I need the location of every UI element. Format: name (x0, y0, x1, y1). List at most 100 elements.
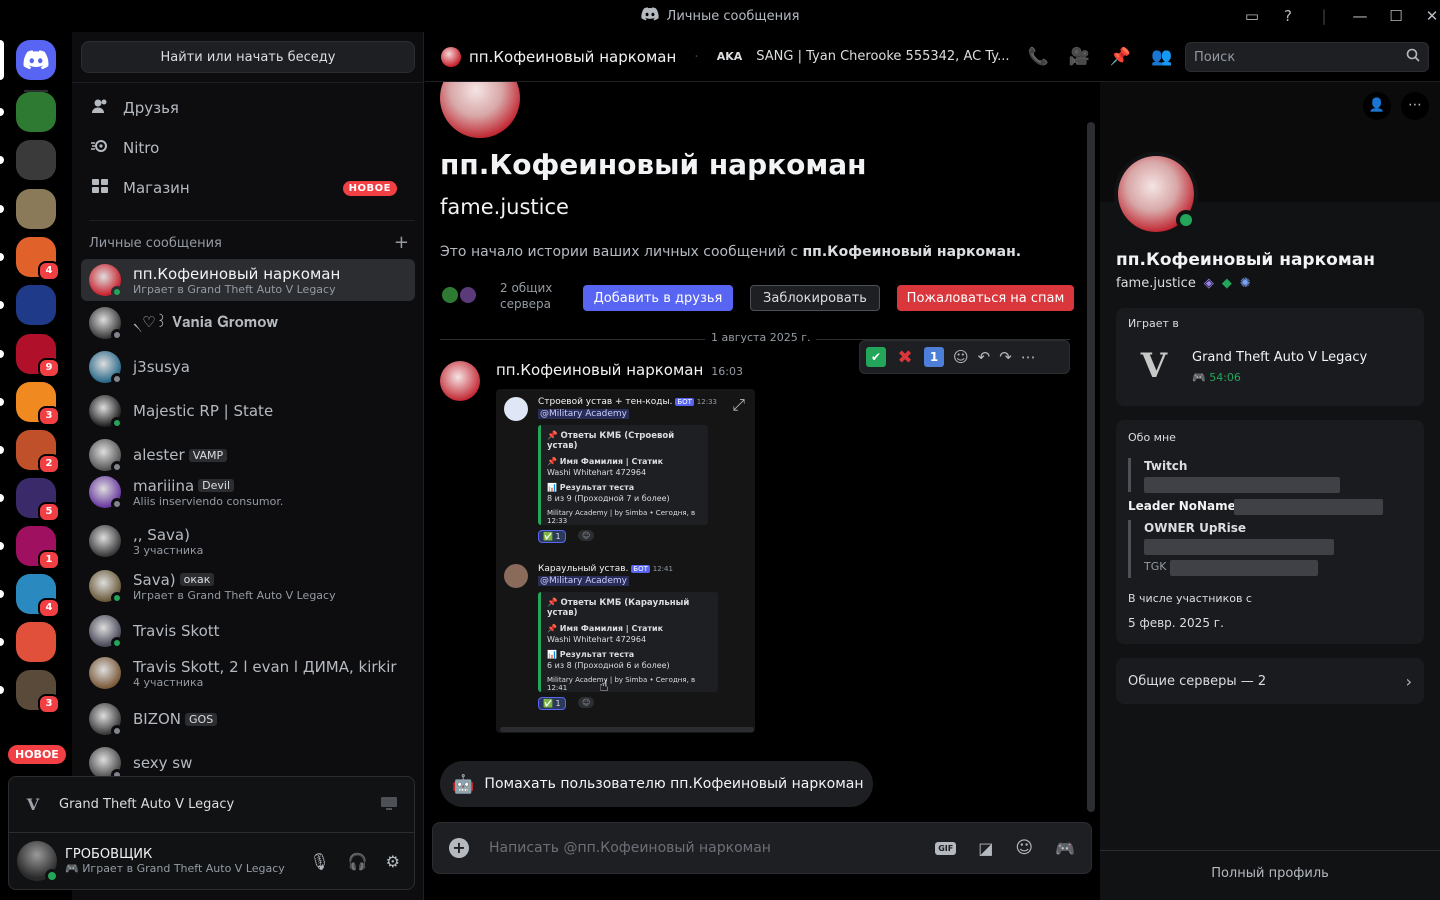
server-icon[interactable] (16, 92, 56, 132)
dm-intro-text: Это начало истории ваших личных сообщени… (440, 244, 1021, 260)
dm-text: mariiina Devil Aliis inserviendo consumor. (133, 477, 283, 508)
sticker-icon[interactable]: ◪ (978, 839, 993, 858)
block-button[interactable]: Заблокировать (750, 285, 880, 311)
status-online (1176, 210, 1196, 230)
screen-share-icon[interactable] (380, 796, 398, 814)
bot-avatar (504, 564, 528, 588)
dm-item[interactable]: Sava) окак Играет в Grand Theft Auto V Leg… (81, 565, 415, 607)
message-composer[interactable]: + Написать @пп.Кофеиновый наркоман GIF ◪… (432, 822, 1092, 874)
add-reaction-icon[interactable]: ☺ (578, 697, 595, 708)
image-attachment[interactable]: ⤢ Строевой устав + тен-коды. БОТ 12:33 @… (496, 389, 755, 733)
find-conversation-button[interactable]: Найти или начать беседу (81, 41, 415, 73)
check-reaction-icon[interactable]: ✔ (866, 347, 886, 367)
activities-gamepad-icon[interactable]: 🎮 (1055, 839, 1075, 858)
profile-username: fame.justice (440, 195, 569, 219)
report-spam-button[interactable]: Пожаловаться на спам (897, 285, 1074, 311)
home-button[interactable] (16, 40, 56, 80)
user-status: 🎮 Играет в Grand Theft Auto V Legacy (65, 862, 285, 875)
user-status-text: Играет в Grand Theft Auto V Legacy (82, 862, 285, 875)
embed-reaction[interactable]: ✅ 1 (538, 530, 566, 543)
message-author[interactable]: пп.Кофеиновый наркоман (496, 361, 703, 379)
spoiler-block[interactable] (1144, 539, 1334, 555)
boost-badge-icon[interactable]: ◆ (1222, 276, 1232, 291)
inbox-icon[interactable]: ▭ (1234, 7, 1270, 25)
emoji-icon[interactable]: ☺ (1015, 838, 1033, 858)
dm-item[interactable]: mariiina Devil Aliis inserviendo consumor. (81, 471, 415, 513)
user-avatar[interactable] (17, 841, 59, 883)
dm-item[interactable]: ,, Sava) 3 участника (81, 520, 415, 562)
full-profile-link[interactable]: Полный профиль (1100, 866, 1440, 881)
more-icon[interactable]: ⋯ (1021, 348, 1036, 366)
spoiler-block[interactable] (1170, 560, 1318, 576)
settings-gear-icon[interactable]: ⚙ (386, 852, 400, 871)
voice-call-icon[interactable]: 📞 (1027, 47, 1048, 67)
mutual-server-avatar[interactable] (458, 285, 478, 305)
close-icon[interactable]: ✕ (1414, 7, 1440, 25)
create-dm-icon[interactable]: + (394, 234, 409, 252)
help-icon[interactable]: ? (1270, 7, 1306, 25)
dm-name: sexy sw (133, 754, 193, 772)
profile-panel-name: пп.Кофеиновый наркоман (1116, 250, 1375, 270)
embed-line: 📌 Ответы КМБ (Строевой устав) (547, 431, 675, 451)
aka-names[interactable]: SANG | Tyan Cherooke 555342, AC Ty... (756, 49, 1009, 64)
embed-reaction[interactable]: ✅ 1 (538, 697, 566, 710)
spoiler-block[interactable] (1234, 499, 1383, 515)
spoiler-block[interactable] (1144, 477, 1340, 493)
horizontal-scrollbar[interactable] (500, 727, 754, 732)
dm-item[interactable]: ৲♡꒱ 𝐕𝐚𝐧𝐢𝐚 𝐆𝐫𝐨𝐦𝐨𝐰 (81, 302, 415, 344)
mutual-servers-text[interactable]: 2 общих сервера (500, 280, 552, 312)
nav-friends[interactable]: Друзья (81, 88, 415, 128)
mutual-servers-row[interactable]: Общие серверы — 2 › (1116, 658, 1424, 704)
headphones-icon[interactable]: 🎧 (348, 852, 368, 871)
reply-icon[interactable]: ↶ (978, 348, 991, 366)
minimize-icon[interactable]: — (1342, 7, 1378, 25)
server-icon[interactable] (16, 189, 56, 229)
mutual-server-avatar[interactable] (440, 285, 460, 305)
one-reaction-icon[interactable]: 1 (924, 347, 944, 367)
dm-item[interactable]: Majestic RP | State (81, 390, 415, 432)
search-input[interactable]: Поиск (1185, 42, 1429, 72)
dm-name-row: Majestic RP | State (133, 402, 273, 420)
gamepad-icon: 🎮 (1192, 371, 1206, 384)
wave-button[interactable]: 🤖 Помахать пользователю пп.Кофеиновый на… (440, 761, 873, 807)
attach-plus-icon[interactable]: + (449, 838, 469, 858)
nitro-badge-icon[interactable]: ◈ (1204, 276, 1214, 291)
dm-item[interactable]: alester VAMP (81, 434, 415, 476)
server-icon[interactable] (16, 140, 56, 180)
dm-item[interactable]: Travis Skott, 2 l evan l ДИМА, kirkir 4 у… (81, 652, 415, 694)
expand-icon[interactable]: ⤢ (732, 395, 745, 415)
pin-icon[interactable]: 📌 (1110, 47, 1131, 67)
nav-shop[interactable]: Магазин НОВОЕ (81, 168, 415, 208)
add-friend-icon[interactable]: 👤 (1363, 92, 1391, 120)
add-reaction-icon[interactable]: ☺ (953, 348, 969, 366)
dm-item[interactable]: BIZON GOS (81, 698, 415, 740)
add-reaction-icon[interactable]: ☺ (578, 530, 595, 541)
dm-item[interactable]: пп.Кофеиновый наркоман Играет в Grand The… (81, 259, 415, 301)
status-online (111, 637, 123, 649)
gif-icon[interactable]: GIF (935, 841, 957, 855)
quest-badge-icon[interactable]: ✺ (1240, 276, 1251, 291)
maximize-icon[interactable]: ☐ (1378, 7, 1414, 25)
nav-nitro[interactable]: Nitro (81, 128, 415, 168)
profile-panel-avatar[interactable] (1118, 156, 1196, 232)
forward-icon[interactable]: ↷ (999, 348, 1012, 366)
dm-item[interactable]: Travis Skott (81, 610, 415, 652)
dm-item[interactable]: j3susya (81, 346, 415, 388)
profile-panel-avatar-wrap (1114, 152, 1198, 236)
guild-tag: Devil (198, 479, 235, 492)
more-options-icon[interactable]: ⋯ (1401, 92, 1429, 120)
server-icon[interactable] (16, 285, 56, 325)
add-friends-to-dm-icon[interactable]: 👥 (1151, 47, 1172, 67)
profile-avatar-large[interactable] (440, 82, 520, 138)
cross-reaction-icon[interactable]: ✖ (895, 347, 915, 368)
composer-placeholder: Написать @пп.Кофеиновый наркоман (489, 840, 771, 856)
about-label: Обо мне (1128, 431, 1176, 444)
add-friend-button[interactable]: Добавить в друзья (583, 285, 733, 311)
chat-scrollbar[interactable] (1087, 122, 1095, 812)
dm-name-row: alester VAMP (133, 446, 228, 464)
video-call-icon[interactable]: 🎥 (1069, 47, 1090, 67)
dm-text: j3susya (133, 358, 190, 376)
microphone-icon[interactable]: 🎙 (309, 852, 329, 871)
message-avatar[interactable] (440, 361, 480, 401)
server-icon[interactable] (16, 622, 56, 662)
